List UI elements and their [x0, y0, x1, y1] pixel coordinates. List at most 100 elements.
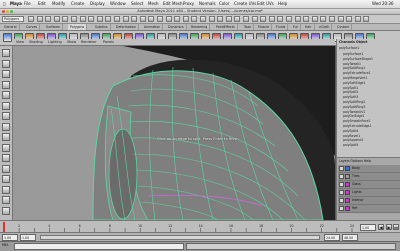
layer-row[interactable]: Interior [338, 197, 400, 205]
current-frame-field[interactable]: 1.00 [360, 224, 376, 231]
layer-visibility-toggle[interactable] [339, 182, 344, 187]
layer-visibility-toggle[interactable] [339, 206, 344, 211]
toolbox-tool-icon[interactable] [2, 70, 10, 78]
shelf-tab-general[interactable]: General [2, 24, 20, 30]
viewport-menu-lighting[interactable]: Lighting [48, 39, 62, 45]
status-line-button[interactable] [286, 16, 292, 22]
status-line-button[interactable] [354, 16, 361, 22]
layer-visibility-toggle[interactable] [339, 166, 344, 171]
status-line-button[interactable] [277, 16, 284, 22]
channel-box-history-item[interactable]: polyExtrudeEdge1 [343, 124, 371, 128]
viewport-menu-show[interactable]: Show [67, 39, 76, 45]
status-line-button[interactable] [45, 16, 52, 22]
status-line-button[interactable] [268, 16, 275, 22]
toolbox-tool-icon[interactable] [2, 143, 10, 152]
menu-window[interactable]: Window [110, 1, 126, 6]
menu-select[interactable]: Select [131, 1, 143, 6]
status-line-button[interactable] [148, 16, 155, 22]
viewport-menu-shading[interactable]: Shading [29, 39, 43, 45]
shelf-tab-polygons[interactable]: Polygons [68, 24, 88, 30]
channel-box-object[interactable]: polySurface1 [339, 46, 359, 50]
toolbox-tool-icon[interactable] [2, 91, 10, 99]
toolbox-tool-icon[interactable] [2, 175, 10, 183]
current-time-marker[interactable] [3, 222, 5, 232]
apple-icon[interactable]:  [3, 1, 5, 6]
status-line-button[interactable] [131, 16, 138, 22]
playback-end-field[interactable]: 24.00 [324, 234, 340, 241]
channel-box-history-item[interactable]: polyMergeVert1 [343, 76, 367, 80]
toolbox-tool-icon[interactable] [2, 185, 10, 194]
status-line-button[interactable] [243, 16, 249, 22]
status-line-button[interactable] [337, 16, 344, 22]
menu-modify[interactable]: Modify [52, 1, 65, 6]
step-forward-icon[interactable]: ⏭ [393, 224, 399, 230]
status-line-button[interactable] [157, 16, 163, 22]
mel-label[interactable]: MEL [2, 243, 9, 247]
minimize-icon[interactable] [6, 10, 9, 13]
status-line-button[interactable] [71, 16, 77, 22]
status-line-button[interactable] [36, 16, 43, 22]
channel-box-history-item[interactable]: polyAppend1 [343, 138, 363, 142]
menu-create[interactable]: Create [71, 1, 84, 6]
menu-display[interactable]: Display [90, 1, 105, 6]
status-line-button[interactable] [139, 16, 146, 22]
layer-row[interactable]: Ref [338, 205, 400, 213]
play-forward-icon[interactable]: ▶ [386, 224, 392, 230]
status-line-button[interactable] [320, 16, 327, 22]
app-menu[interactable]: Maya [10, 1, 22, 6]
channel-box-history-item[interactable]: polySmoothFace1 [343, 119, 370, 123]
channel-box-history-item[interactable]: polySplitRing1 [343, 66, 365, 70]
menu-file[interactable]: File [24, 1, 31, 6]
channel-box-history-item[interactable]: polySplit3 [343, 95, 358, 99]
range-slider-bar[interactable] [40, 235, 320, 240]
menu-help[interactable]: Help [278, 1, 287, 6]
shelf-tab-animation[interactable]: Animation [142, 24, 164, 30]
layer-visibility-toggle[interactable] [339, 198, 344, 203]
menu-color[interactable]: Color [219, 1, 229, 6]
channel-box-history-item[interactable]: polySplit2 [343, 90, 358, 94]
shelf-tab-hair[interactable]: Hair [303, 24, 315, 30]
toolbox-tool-icon[interactable] [2, 122, 10, 131]
shelf-tab-muscle[interactable]: Muscle [256, 24, 273, 30]
viewport[interactable] [13, 46, 335, 220]
channel-box-history-item[interactable]: polyExtrudeFace1 [343, 71, 371, 75]
layer-color-swatch[interactable] [345, 182, 350, 187]
shelf-tab-rendering[interactable]: Rendering [189, 24, 211, 30]
shelf-tab-curves[interactable]: Curves [24, 24, 41, 30]
status-line-button[interactable] [311, 16, 318, 22]
status-line-button[interactable] [303, 16, 310, 22]
layer-color-swatch[interactable] [345, 198, 350, 203]
shelf-tab-fluids[interactable]: Fluids [274, 24, 289, 30]
menu-create-uvs[interactable]: Create UVs [234, 1, 256, 6]
zoom-icon[interactable] [10, 10, 13, 13]
menu-edit[interactable]: Edit [38, 1, 46, 6]
toolbox-tool-icon[interactable] [2, 59, 10, 68]
menu-mesh[interactable]: Mesh [148, 1, 159, 6]
status-line-button[interactable] [217, 16, 224, 22]
status-line-button[interactable] [174, 16, 181, 22]
channel-box-history-item[interactable]: polyTweak1 [343, 62, 361, 66]
shelf-tab-toon[interactable]: Toon [242, 24, 255, 30]
status-line-button[interactable] [62, 16, 69, 22]
status-line-button[interactable] [234, 16, 241, 22]
channel-box-history-item[interactable]: polySplit4 [343, 129, 358, 133]
layer-editor-header[interactable]: Layers Options Help [339, 159, 371, 163]
status-line-button[interactable] [363, 16, 370, 22]
status-line-button[interactable] [200, 16, 206, 22]
menu-proxy[interactable]: Proxy [183, 1, 194, 6]
viewport-menu-view[interactable]: View [16, 39, 24, 45]
layer-row[interactable]: Glass [338, 181, 400, 189]
status-line-button[interactable] [28, 16, 34, 22]
shelf-tab-custom[interactable]: Custom [335, 24, 353, 30]
toolbox-tool-icon[interactable] [2, 196, 10, 204]
layer-color-swatch[interactable] [345, 206, 350, 211]
shelf-tab-subdivs[interactable]: Subdivs [93, 24, 111, 30]
shelf-tab-painteffects[interactable]: PaintEffects [214, 24, 238, 30]
layer-row[interactable]: Tires [338, 173, 400, 181]
status-line-button[interactable] [165, 16, 172, 22]
status-line-button[interactable] [225, 16, 232, 22]
viewport-menu-panels[interactable]: Panels [103, 39, 114, 45]
status-line-button[interactable] [182, 16, 189, 22]
menu-edit-uvs[interactable]: Edit UVs [257, 1, 274, 6]
shelf-tool-icon[interactable] [3, 33, 12, 42]
